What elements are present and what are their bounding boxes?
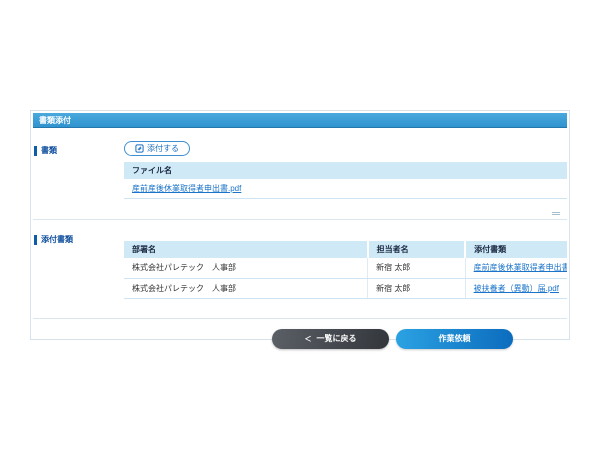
file-name-column-header: ファイル名	[124, 162, 567, 179]
attachments-section: 添付書類 部署名 担当者名 添付書類 株式会社パレテック 人事部 新宿 太郎 産…	[31, 229, 569, 299]
attachments-section-label: 添付書類	[34, 235, 73, 245]
table-row: 株式会社パレテック 人事部 新宿 太郎 産前産後休業取得者申出書.pdf	[124, 258, 567, 278]
attachment-file-link[interactable]: 産前産後休業取得者申出書.pdf	[474, 263, 567, 272]
table-row: 株式会社パレテック 人事部 新宿 太郎 被扶養者（異動）届.pdf	[124, 278, 567, 298]
documents-section: 書類 添付する ファイル名	[31, 140, 569, 217]
person-cell: 新宿 太郎	[368, 278, 465, 298]
document-attachment-panel: 書類添付 書類 添付する ファイル名	[30, 110, 570, 340]
uploaded-file-link[interactable]: 産前産後休業取得者申出書.pdf	[132, 184, 241, 193]
submit-button-label: 作業依頼	[439, 333, 471, 344]
file-table-header-row: ファイル名	[124, 162, 567, 179]
attachment-file-link[interactable]: 被扶養者（異動）届.pdf	[474, 284, 559, 293]
attachment-column-header: 添付書類	[465, 241, 567, 258]
attachments-table: 部署名 担当者名 添付書類 株式会社パレテック 人事部 新宿 太郎 産前産後休業…	[124, 241, 567, 299]
person-column-header: 担当者名	[368, 241, 465, 258]
file-area-spacer	[124, 199, 567, 217]
attachments-table-header-row: 部署名 担当者名 添付書類	[124, 241, 567, 258]
attach-button-label: 添付する	[147, 143, 179, 154]
work-request-button[interactable]: 作業依頼	[396, 329, 513, 349]
file-name-table: ファイル名 産前産後休業取得者申出書.pdf	[124, 162, 567, 199]
back-button-label: 一覧に戻る	[317, 333, 357, 344]
attach-file-button[interactable]: 添付する	[124, 141, 190, 156]
resize-grip-icon[interactable]	[552, 212, 560, 215]
table-row: 産前産後休業取得者申出書.pdf	[124, 179, 567, 199]
documents-section-label-wrap: 書類	[31, 140, 124, 217]
documents-section-label: 書類	[34, 146, 57, 156]
panel-title-bar: 書類添付	[33, 113, 567, 128]
footer-button-row: ＜ 一覧に戻る 作業依頼	[31, 329, 569, 349]
documents-section-content: 添付する ファイル名 産前産後休業取得者申出書.pdf	[124, 140, 567, 217]
department-cell: 株式会社パレテック 人事部	[124, 258, 368, 278]
chevron-left-icon: ＜	[305, 334, 312, 344]
department-cell: 株式会社パレテック 人事部	[124, 278, 368, 298]
attachments-section-content: 部署名 担当者名 添付書類 株式会社パレテック 人事部 新宿 太郎 産前産後休業…	[124, 241, 567, 299]
attachments-section-label-wrap: 添付書類	[31, 229, 124, 299]
footer-divider	[33, 318, 567, 319]
attach-icon	[135, 144, 144, 153]
department-column-header: 部署名	[124, 241, 368, 258]
back-to-list-button[interactable]: ＜ 一覧に戻る	[272, 329, 389, 349]
section-divider	[33, 219, 567, 220]
person-cell: 新宿 太郎	[368, 258, 465, 278]
